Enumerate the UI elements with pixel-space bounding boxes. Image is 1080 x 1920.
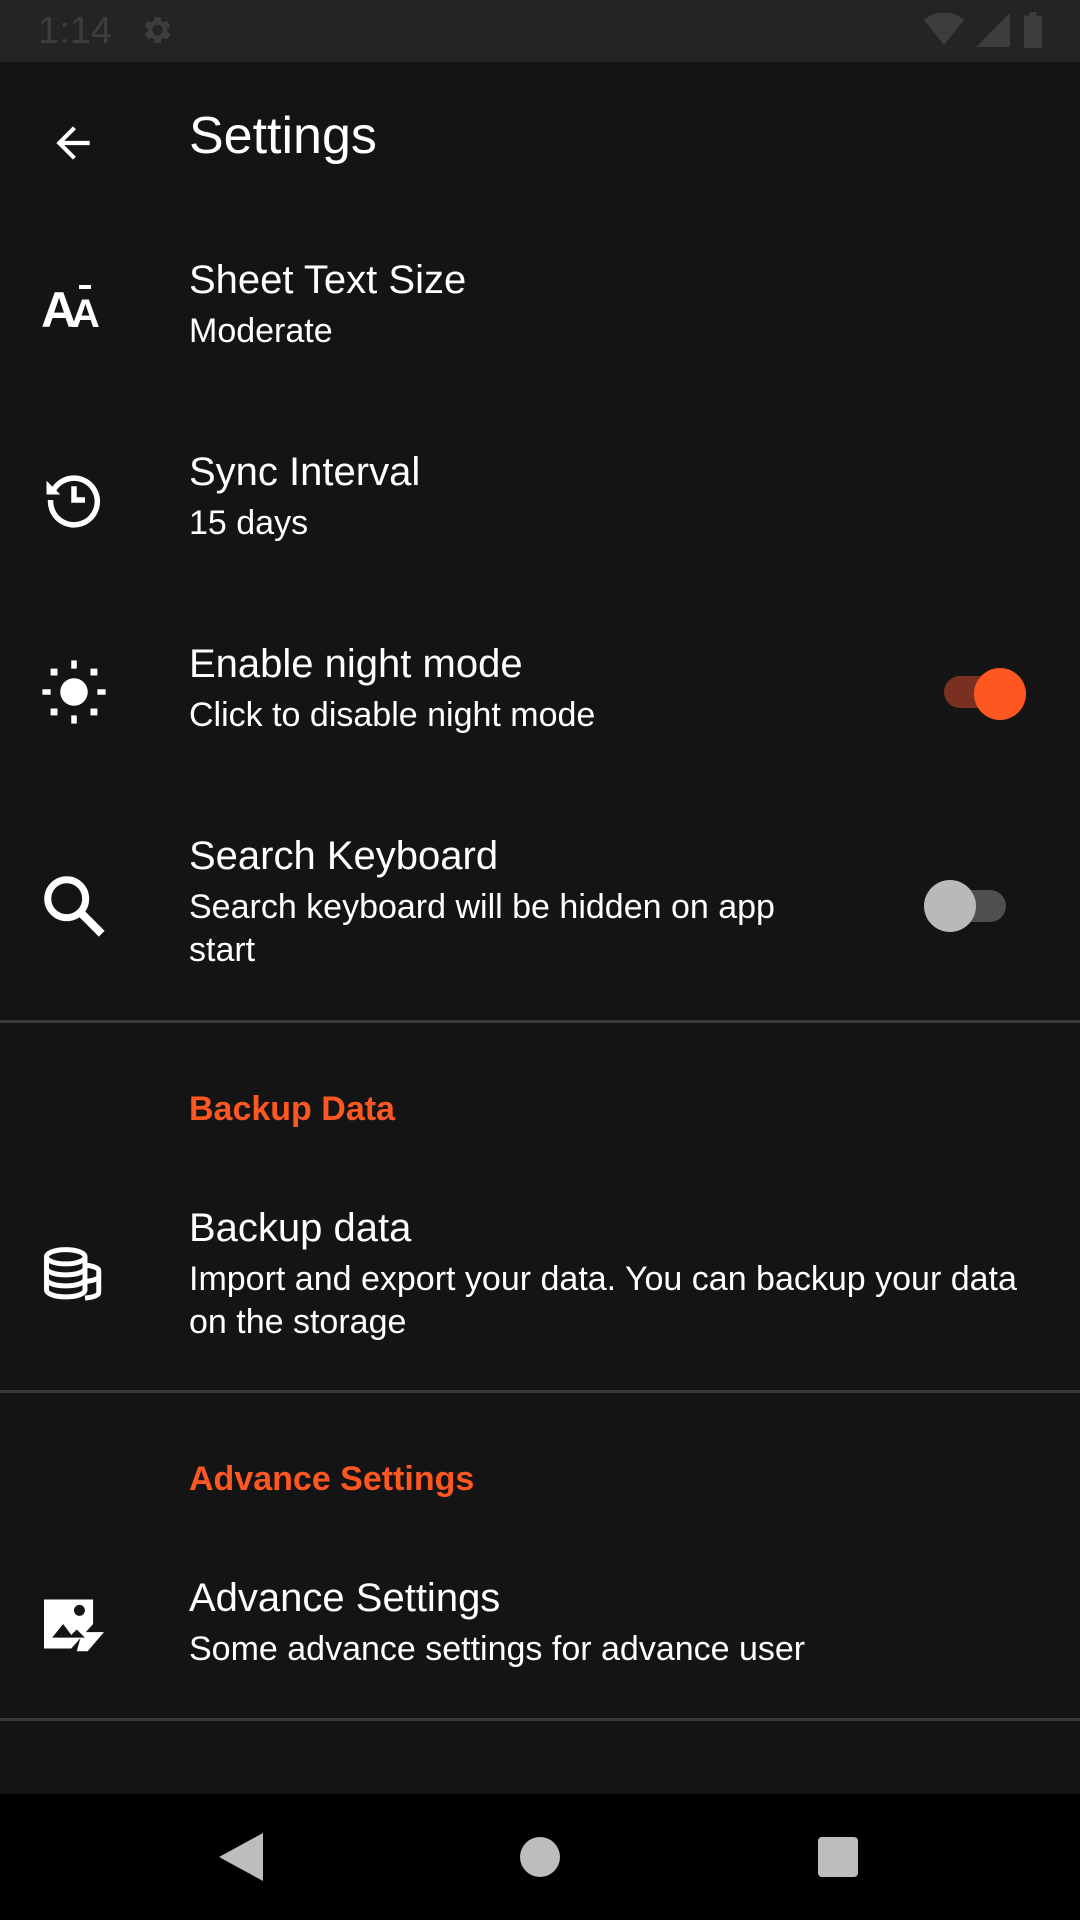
pref-summary: Moderate <box>189 312 333 350</box>
system-nav-bar <box>0 1794 1080 1920</box>
pref-title: Sheet Text Size <box>189 258 467 302</box>
cellular-signal-icon <box>976 13 1010 52</box>
pref-title: Search Keyboard <box>189 834 499 878</box>
next-category-peek <box>189 1780 249 1794</box>
search-icon <box>36 868 112 944</box>
nav-recents-icon[interactable] <box>805 1824 871 1890</box>
category-advance-settings: Advance Settings <box>189 1460 475 1498</box>
page-title: Settings <box>189 107 377 165</box>
photo-settings-icon <box>36 1586 112 1662</box>
back-arrow-icon[interactable] <box>40 110 106 176</box>
pref-backup-data[interactable]: Backup data Import and export your data.… <box>0 1160 1080 1390</box>
switch-thumb <box>974 668 1026 720</box>
battery-icon <box>1022 12 1044 53</box>
svg-text:A: A <box>71 292 100 333</box>
switch-thumb <box>924 880 976 932</box>
wifi-icon <box>924 12 964 52</box>
divider <box>0 1718 1080 1721</box>
pref-title: Sync Interval <box>189 450 421 494</box>
settings-gear-icon <box>138 12 174 48</box>
pref-night-mode[interactable]: Enable night mode Click to disable night… <box>0 596 1080 788</box>
status-time: 1:14 <box>38 10 112 52</box>
nav-home-icon[interactable] <box>507 1824 573 1890</box>
search-keyboard-switch[interactable] <box>924 878 1008 934</box>
pref-search-keyboard[interactable]: Search Keyboard Search keyboard will be … <box>0 788 1080 1020</box>
pref-sync-interval[interactable]: Sync Interval 15 days <box>0 404 1080 596</box>
status-icons <box>924 12 1044 53</box>
pref-advance-settings[interactable]: Advance Settings Some advance settings f… <box>0 1530 1080 1718</box>
history-icon <box>36 462 112 538</box>
text-size-icon: AA <box>36 270 112 346</box>
nav-back-icon[interactable] <box>208 1824 274 1890</box>
category-backup-data: Backup Data <box>189 1090 395 1128</box>
database-icon <box>36 1238 112 1314</box>
divider <box>0 1390 1080 1393</box>
pref-title: Backup data <box>189 1206 412 1250</box>
pref-summary: Some advance settings for advance user <box>189 1630 806 1668</box>
divider <box>0 1020 1080 1023</box>
pref-sheet-text-size[interactable]: AA Sheet Text Size Moderate <box>0 212 1080 404</box>
brightness-icon <box>36 654 112 730</box>
app-bar: Settings <box>0 62 1080 212</box>
status-bar: 1:14 <box>0 0 1080 62</box>
pref-title: Advance Settings <box>189 1576 501 1620</box>
pref-summary: Import and export your data. You can bac… <box>189 1260 1017 1341</box>
pref-title: Enable night mode <box>189 642 523 686</box>
pref-summary: Click to disable night mode <box>189 696 596 734</box>
night-mode-switch[interactable] <box>944 662 1028 720</box>
pref-summary: Search keyboard will be hidden on app st… <box>189 888 775 969</box>
pref-summary: 15 days <box>189 504 309 542</box>
